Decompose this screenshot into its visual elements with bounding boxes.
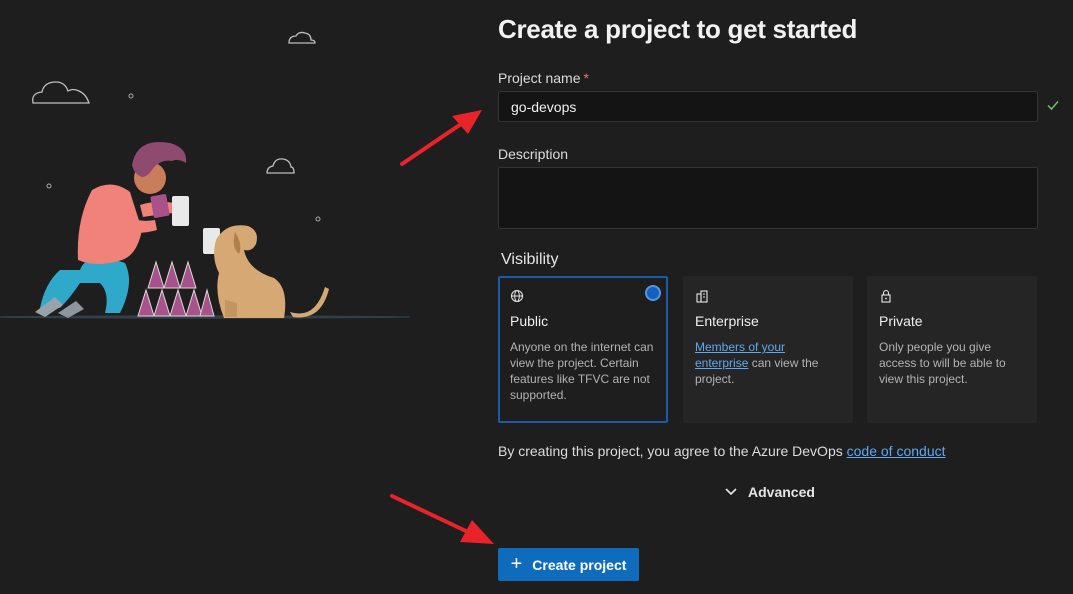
create-project-button[interactable]: + Create project	[498, 548, 639, 581]
option-title: Public	[510, 313, 549, 329]
option-title: Enterprise	[695, 313, 759, 329]
cloud-icon	[266, 158, 295, 174]
option-description: Members of your enterprise can view the …	[695, 339, 841, 387]
agreement-text: By creating this project, you agree to t…	[498, 443, 946, 459]
globe-icon	[510, 289, 524, 303]
annotation-arrow	[390, 494, 494, 544]
advanced-toggle[interactable]: Advanced	[724, 484, 815, 500]
radio-selected-icon[interactable]	[645, 285, 661, 301]
page-title: Create a project to get started	[498, 14, 858, 44]
visibility-label: Visibility	[501, 251, 559, 268]
description-input[interactable]	[498, 167, 1038, 229]
plus-icon: +	[510, 552, 523, 575]
lock-icon	[881, 289, 891, 303]
annotation-arrow	[400, 110, 482, 166]
option-title: Private	[879, 313, 923, 329]
code-of-conduct-link[interactable]: code of conduct	[847, 443, 946, 459]
agreement-text-body: By creating this project, you agree to t…	[498, 443, 847, 459]
cloud-icon	[32, 81, 90, 104]
chevron-down-icon	[725, 488, 737, 496]
project-name-label: Project name *	[498, 70, 589, 86]
check-icon	[1047, 101, 1059, 111]
project-name-label-text: Project name	[498, 70, 581, 86]
visibility-option-enterprise[interactable]: Enterprise Members of your enterprise ca…	[683, 276, 853, 423]
visibility-option-public[interactable]: Public Anyone on the internet can view t…	[498, 276, 668, 423]
building-icon	[696, 290, 708, 303]
advanced-label: Advanced	[748, 484, 815, 500]
project-name-input[interactable]	[498, 91, 1038, 122]
description-label: Description	[498, 146, 569, 162]
visibility-option-private[interactable]: Private Only people you give access to w…	[867, 276, 1037, 423]
create-project-label: Create project	[532, 556, 627, 573]
option-description: Only people you give access to will be a…	[879, 340, 1006, 386]
option-description: Anyone on the internet can view the proj…	[510, 340, 654, 402]
required-mark: *	[583, 70, 589, 86]
cloud-icon	[288, 31, 316, 44]
